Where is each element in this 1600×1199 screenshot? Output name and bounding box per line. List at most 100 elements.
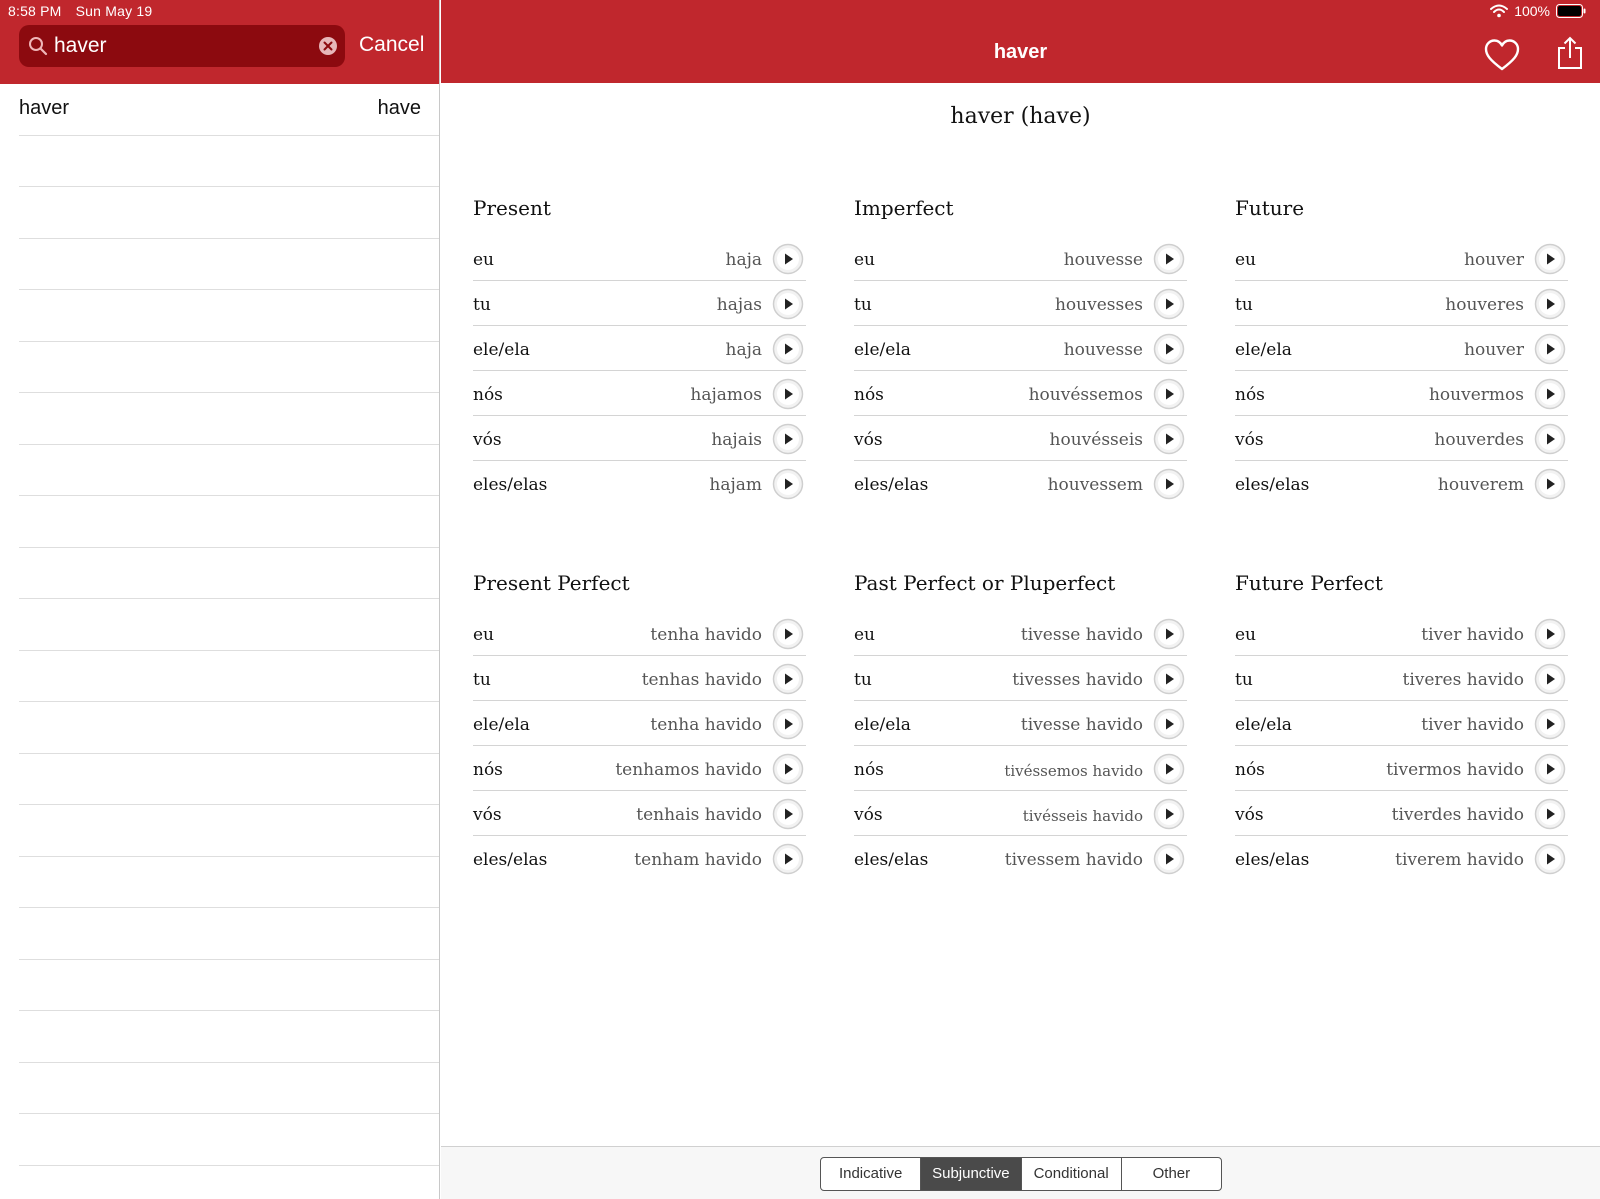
tab-subjunctive[interactable]: Subjunctive: [921, 1158, 1022, 1190]
verb-form: tiverdes havido: [1391, 805, 1524, 825]
conjugation-row: nós tivéssemos havido: [854, 746, 1187, 791]
heart-icon[interactable]: [1484, 38, 1520, 72]
play-icon[interactable]: [1153, 618, 1185, 650]
result-word: haver: [19, 97, 70, 119]
verb-form: houver: [1464, 250, 1524, 270]
play-icon[interactable]: [1534, 618, 1566, 650]
pronoun: eu: [473, 250, 495, 270]
empty-row: [19, 496, 439, 548]
search-field[interactable]: [19, 25, 345, 67]
play-icon[interactable]: [1534, 468, 1566, 500]
play-icon[interactable]: [1534, 663, 1566, 695]
empty-row: [19, 960, 439, 1011]
conjugation-row: ele/ela tenha havido: [473, 701, 806, 746]
clear-icon[interactable]: [318, 36, 338, 56]
play-icon[interactable]: [1534, 753, 1566, 785]
verb-form: houvéssemos: [1028, 385, 1143, 405]
play-icon[interactable]: [1153, 378, 1185, 410]
play-icon[interactable]: [1534, 423, 1566, 455]
play-icon[interactable]: [1153, 243, 1185, 275]
play-icon[interactable]: [772, 333, 804, 365]
search-input[interactable]: [54, 31, 294, 61]
list-item[interactable]: haver have: [19, 84, 439, 136]
play-icon[interactable]: [772, 798, 804, 830]
status-time: 8:58 PM: [8, 3, 62, 19]
battery-percent: 100%: [1514, 3, 1550, 19]
play-icon[interactable]: [1534, 288, 1566, 320]
tab-other[interactable]: Other: [1122, 1158, 1221, 1190]
empty-row: [19, 393, 439, 445]
tense-future-perfect: Future Perfect eu tiver havido tu tiveres ha…: [1235, 571, 1568, 881]
verb-form: haja: [725, 340, 763, 360]
conjugation-row: tu tiveres havido: [1235, 656, 1568, 701]
conjugation-row: ele/ela tiver havido: [1235, 701, 1568, 746]
conjugation-row: eu tiver havido: [1235, 611, 1568, 656]
play-icon[interactable]: [772, 843, 804, 875]
tense-title: Present: [473, 196, 551, 220]
verb-form: hajais: [711, 430, 762, 450]
play-icon[interactable]: [1153, 288, 1185, 320]
play-icon[interactable]: [1534, 333, 1566, 365]
tense-title: Future Perfect: [1235, 571, 1383, 595]
verb-form: houvermos: [1428, 385, 1524, 405]
play-icon[interactable]: [772, 288, 804, 320]
pronoun: ele/ela: [1235, 715, 1292, 735]
play-icon[interactable]: [1153, 753, 1185, 785]
empty-row: [19, 1011, 439, 1063]
verb-form: tenham havido: [634, 850, 762, 870]
pronoun: tu: [473, 670, 491, 690]
play-icon[interactable]: [772, 243, 804, 275]
tense-title: Future: [1235, 196, 1305, 220]
empty-row: [19, 754, 439, 805]
pronoun: tu: [1235, 670, 1253, 690]
verb-form: tiver havido: [1421, 625, 1524, 645]
play-icon[interactable]: [1153, 468, 1185, 500]
tab-indicative[interactable]: Indicative: [821, 1158, 922, 1190]
play-icon[interactable]: [772, 663, 804, 695]
play-icon[interactable]: [1534, 798, 1566, 830]
play-icon[interactable]: [1534, 243, 1566, 275]
status-bar-left: 8:58 PM Sun May 19: [8, 3, 152, 19]
empty-row: [19, 290, 439, 342]
play-icon[interactable]: [772, 378, 804, 410]
share-icon[interactable]: [1556, 36, 1584, 70]
play-icon[interactable]: [772, 708, 804, 740]
play-icon[interactable]: [772, 468, 804, 500]
pronoun: vós: [473, 430, 502, 450]
detail-pane: 100% haver haver (have) Present eu haja tu h…: [441, 0, 1600, 1199]
navigation-bar: 100% haver: [441, 0, 1600, 83]
tense-present: Present eu haja tu hajas ele/ela haja nós hajamo…: [473, 196, 806, 506]
conjugation-row: eles/elas houvessem: [854, 461, 1187, 506]
pronoun: vós: [854, 805, 883, 825]
verb-form: houvesses: [1054, 295, 1143, 315]
play-icon[interactable]: [772, 618, 804, 650]
status-date: Sun May 19: [75, 3, 153, 19]
play-icon[interactable]: [1534, 843, 1566, 875]
play-icon[interactable]: [1534, 708, 1566, 740]
play-icon[interactable]: [1153, 663, 1185, 695]
cancel-button[interactable]: Cancel: [359, 33, 424, 57]
play-icon[interactable]: [1153, 333, 1185, 365]
verb-form: tenha havido: [650, 715, 762, 735]
pronoun: eu: [854, 250, 876, 270]
pronoun: eu: [473, 625, 495, 645]
play-icon[interactable]: [1153, 423, 1185, 455]
play-icon[interactable]: [1534, 378, 1566, 410]
conjugation-row: tu houvesses: [854, 281, 1187, 326]
pronoun: nós: [854, 385, 884, 405]
play-icon[interactable]: [772, 423, 804, 455]
play-icon[interactable]: [1153, 798, 1185, 830]
tab-conditional[interactable]: Conditional: [1022, 1158, 1122, 1190]
play-icon[interactable]: [772, 753, 804, 785]
empty-row: [19, 857, 439, 908]
conjugation-row: tu hajas: [473, 281, 806, 326]
pronoun: ele/ela: [1235, 340, 1292, 360]
empty-row: [19, 187, 439, 239]
pronoun: vós: [1235, 430, 1264, 450]
pronoun: nós: [1235, 760, 1265, 780]
verb-form: tivesse havido: [1020, 715, 1143, 735]
verb-form: tivésseis havido: [1022, 807, 1143, 825]
play-icon[interactable]: [1153, 708, 1185, 740]
empty-row: [19, 1114, 439, 1166]
play-icon[interactable]: [1153, 843, 1185, 875]
